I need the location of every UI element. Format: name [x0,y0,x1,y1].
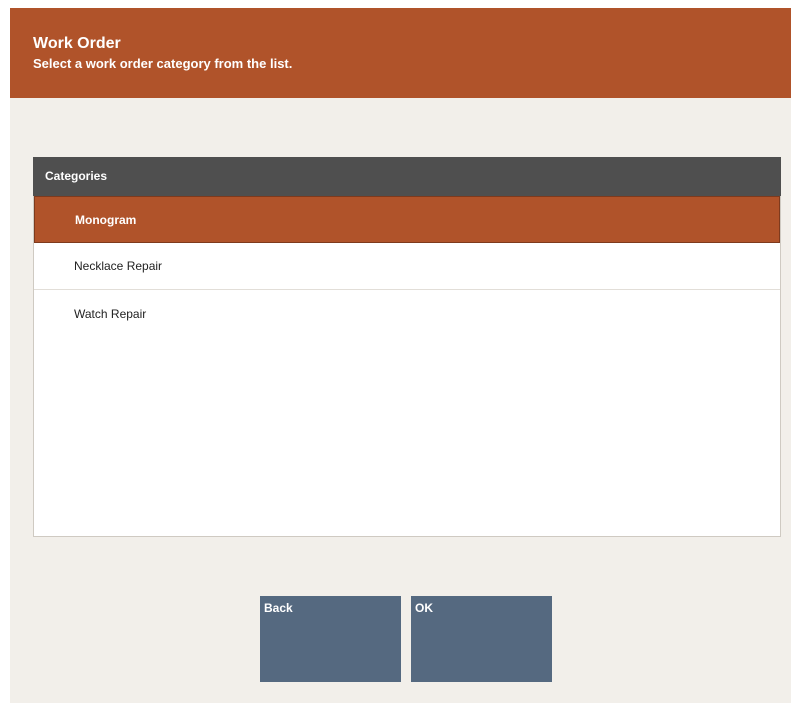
dialog-header: Work Order Select a work order category … [10,8,791,98]
category-item-necklace-repair[interactable]: Necklace Repair [34,243,780,290]
categories-list: Categories Monogram Necklace Repair Watc… [33,157,781,537]
back-button-label: Back [264,601,293,615]
category-item-label: Monogram [75,213,137,227]
dialog-title: Work Order [33,35,121,52]
ok-button-label: OK [415,601,433,615]
back-button[interactable]: Back [260,596,401,682]
work-order-dialog: Work Order Select a work order category … [10,8,791,703]
category-item-watch-repair[interactable]: Watch Repair [34,291,780,338]
ok-button[interactable]: OK [411,596,552,682]
category-item-label: Necklace Repair [74,259,163,273]
category-item-label: Watch Repair [74,307,147,321]
dialog-subtitle: Select a work order category from the li… [33,56,293,71]
category-item-monogram[interactable]: Monogram [34,196,780,243]
categories-header-label: Categories [45,169,108,183]
categories-list-header: Categories [33,157,781,196]
